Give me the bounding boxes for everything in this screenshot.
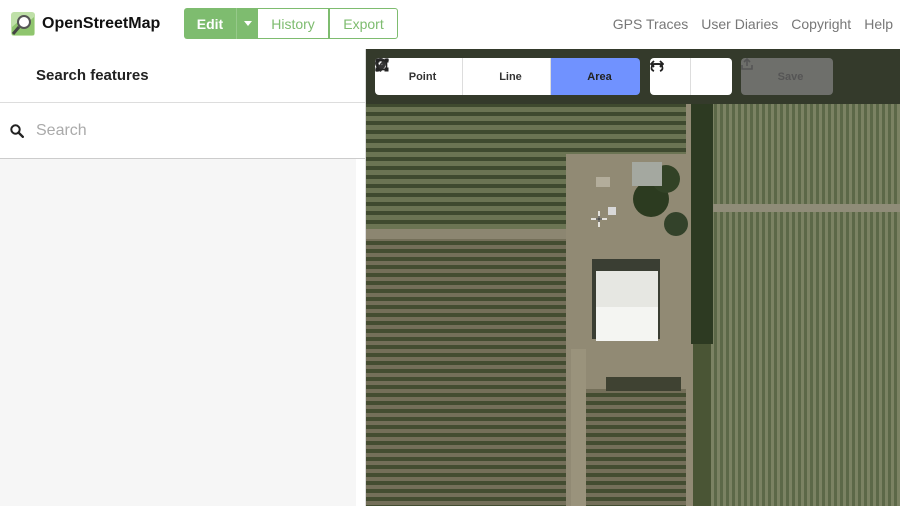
edit-dropdown-button[interactable]: [236, 8, 258, 39]
sidebar-scrollbar[interactable]: [356, 159, 365, 506]
export-button[interactable]: Export: [329, 8, 398, 39]
sidebar-title: Search features: [0, 49, 365, 103]
history-button[interactable]: History: [258, 8, 329, 39]
edit-button-group: Edit History Export: [184, 8, 398, 39]
redo-button[interactable]: [650, 58, 732, 95]
map-toolbar: Point Line Area Save: [366, 49, 900, 104]
top-navigation-bar: OpenStreetMap Edit History Export GPS Tr…: [0, 0, 900, 49]
add-area-label: Area: [587, 70, 612, 83]
brand-title: OpenStreetMap: [42, 15, 161, 32]
search-icon: [10, 123, 24, 138]
add-area-button[interactable]: Area: [375, 58, 640, 95]
search-row: [0, 103, 365, 159]
search-input[interactable]: [36, 121, 336, 140]
redo-icon: [650, 60, 664, 72]
add-point-label: Point: [408, 70, 437, 83]
osm-logo-icon: [10, 11, 36, 37]
area-icon: [375, 58, 389, 72]
save-label: Save: [777, 70, 804, 83]
mode-buttons: Point Line Area: [375, 58, 640, 95]
brand-link[interactable]: OpenStreetMap: [10, 10, 160, 38]
nav-link-copyright[interactable]: Copyright: [791, 16, 851, 32]
nav-link-help[interactable]: Help: [864, 16, 893, 32]
aerial-imagery: [366, 104, 900, 506]
nav-link-gps-traces[interactable]: GPS Traces: [613, 16, 688, 32]
sidebar-results: [0, 159, 356, 506]
sidebar: Search features: [0, 49, 366, 506]
caret-down-icon: [243, 21, 252, 26]
edit-button[interactable]: Edit: [184, 8, 236, 39]
nav-link-user-diaries[interactable]: User Diaries: [701, 16, 778, 32]
secondary-nav: GPS Traces User Diaries Copyright Help: [600, 16, 893, 32]
map-canvas[interactable]: Point Line Area Save: [366, 49, 900, 506]
undo-redo-group: [650, 58, 732, 95]
add-line-button[interactable]: Line: [375, 58, 551, 95]
upload-icon: [741, 58, 753, 70]
crosshair-cursor-icon: [591, 211, 607, 227]
save-button[interactable]: Save: [741, 58, 833, 95]
add-line-label: Line: [499, 70, 522, 83]
